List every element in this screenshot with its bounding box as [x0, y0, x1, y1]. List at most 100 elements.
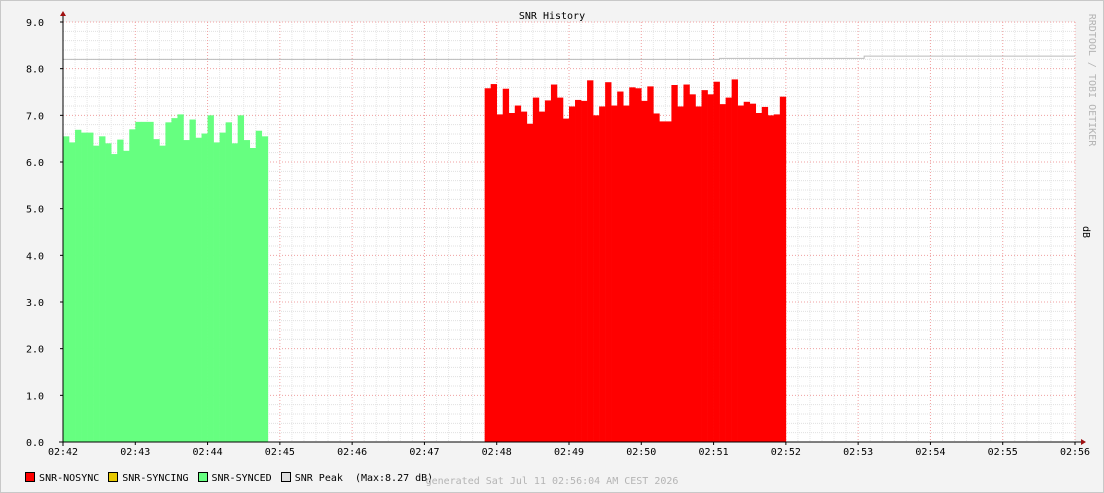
area-bar: [225, 122, 232, 442]
area-bar: [213, 142, 220, 442]
area-bar: [755, 113, 763, 442]
x-tick-label: 02:55: [988, 447, 1018, 458]
area-bar: [195, 137, 202, 442]
y-tick-label: 7.0: [26, 111, 44, 122]
area-bar: [123, 150, 130, 443]
area-bar: [743, 101, 751, 443]
area-bar: [659, 121, 666, 443]
area-bar: [105, 143, 112, 443]
area-bar: [69, 142, 76, 442]
area-bar: [249, 148, 257, 442]
x-tick-label: 02:42: [48, 447, 78, 458]
area-bar: [532, 97, 540, 442]
area-bar: [177, 114, 184, 443]
area-bar: [599, 106, 606, 442]
area-bar: [508, 113, 516, 442]
x-tick-label: 02:45: [265, 447, 295, 458]
y-tick-label: 5.0: [26, 205, 44, 216]
area-bar: [779, 96, 787, 443]
x-tick-labels: 02:42 02:43 02:44 02:45 02:46 02:47 02:48 02:49…: [48, 442, 1090, 458]
area-bar: [496, 114, 504, 443]
area-bar: [502, 88, 510, 442]
area-bar: [593, 115, 600, 442]
area-bar: [520, 111, 528, 442]
y-axis-label: dB: [1080, 226, 1091, 238]
x-tick-label: 02:48: [482, 447, 512, 458]
area-bar: [99, 136, 106, 443]
area-bar: [653, 113, 660, 442]
area-bar: [575, 99, 582, 442]
area-bar: [695, 106, 702, 442]
area-bar: [737, 105, 744, 443]
x-tick-label: 02:52: [771, 447, 801, 458]
x-tick-label: 02:54: [915, 447, 945, 458]
area-bar: [635, 88, 642, 443]
area-bar: [63, 136, 70, 443]
area-bar: [767, 115, 775, 442]
area-bar: [141, 121, 148, 442]
chart-title: SNR History: [519, 11, 585, 22]
area-bar: [75, 129, 82, 443]
y-tick-label: 3.0: [26, 298, 44, 309]
area-bar: [629, 87, 636, 442]
area-bar: [623, 105, 630, 443]
area-bar: [689, 94, 696, 442]
x-tick-label: 02:46: [337, 447, 367, 458]
x-tick-label: 02:56: [1060, 447, 1090, 458]
area-bar: [665, 121, 672, 443]
area-bar: [562, 118, 570, 442]
area-bar: [773, 114, 781, 443]
area-bar: [647, 86, 654, 443]
area-bar: [81, 132, 88, 442]
y-tick-labels: 0.0 1.0 2.0 3.0 4.0 5.0 6.0 7.0 8.0 9.0: [26, 18, 63, 449]
area-bar: [237, 115, 245, 442]
y-tick-label: 2.0: [26, 345, 44, 356]
area-bar: [165, 122, 172, 442]
x-axis-arrow-icon: [1081, 439, 1086, 445]
area-bar: [550, 84, 558, 443]
area-bar: [153, 139, 160, 442]
series-snr-nosync: [484, 79, 787, 443]
area-bar: [117, 139, 124, 442]
area-bar: [701, 90, 708, 442]
area-bar: [159, 145, 166, 442]
area-bar: [671, 85, 678, 442]
area-bar: [605, 82, 612, 442]
area-bar: [617, 91, 624, 443]
x-tick-label: 02:51: [699, 447, 729, 458]
area-bar: [611, 105, 618, 443]
area-bar: [490, 84, 498, 443]
y-tick-label: 8.0: [26, 65, 44, 76]
area-bar: [569, 106, 576, 442]
area-bar: [556, 97, 564, 442]
area-bar: [147, 121, 154, 442]
area-bar: [171, 118, 178, 442]
area-bar: [135, 121, 142, 442]
x-tick-label: 02:53: [843, 447, 873, 458]
area-bar: [587, 80, 594, 442]
area-bar: [231, 143, 238, 443]
y-tick-label: 6.0: [26, 158, 44, 169]
y-tick-label: 9.0: [26, 18, 44, 29]
area-bar: [761, 106, 769, 442]
area-bar: [581, 100, 588, 442]
area-bar: [243, 140, 251, 443]
area-bar: [93, 145, 100, 442]
area-bar: [719, 104, 726, 442]
area-bar: [183, 140, 190, 443]
area-bar: [683, 84, 690, 443]
area-bar: [201, 133, 208, 443]
area-bar: [207, 115, 214, 442]
area-bar: [641, 100, 648, 442]
area-bar: [87, 132, 94, 442]
area-bar: [749, 103, 757, 443]
area-bar: [484, 88, 491, 443]
x-tick-label: 02:44: [193, 447, 223, 458]
area-bar: [111, 154, 118, 443]
area-bar: [707, 94, 714, 442]
y-tick-label: 1.0: [26, 391, 44, 402]
area-bar: [713, 81, 720, 442]
x-tick-label: 02:49: [554, 447, 584, 458]
area-bar: [677, 106, 684, 442]
area-bar: [189, 119, 196, 443]
